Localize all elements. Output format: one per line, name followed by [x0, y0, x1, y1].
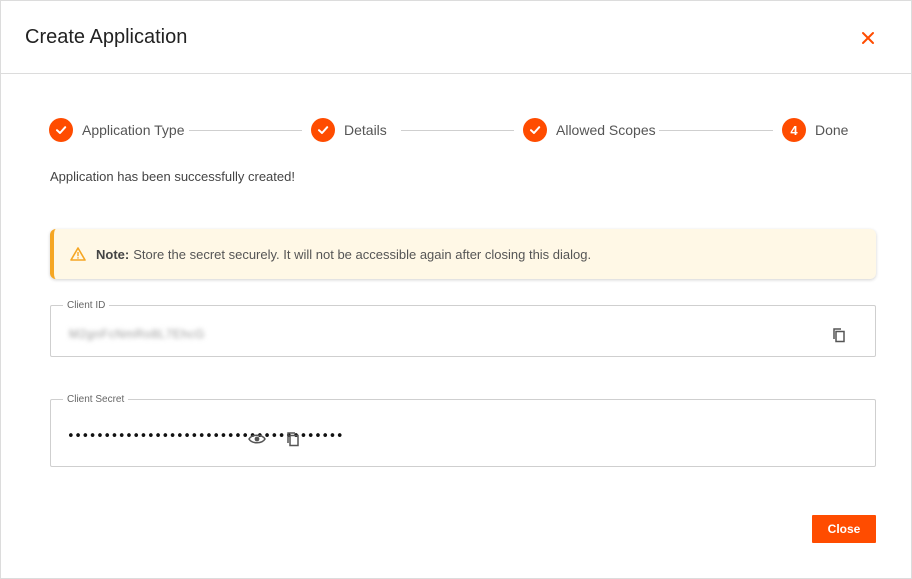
close-button[interactable]: Close	[812, 515, 876, 543]
client-id-label: Client ID	[67, 300, 106, 311]
step-details: Details	[311, 118, 387, 142]
success-message: Application has been successfully create…	[50, 169, 295, 184]
check-icon	[523, 118, 547, 142]
copy-icon[interactable]	[285, 431, 301, 447]
step-done: 4 Done	[782, 118, 848, 142]
note-text: Store the secret securely. It will not b…	[133, 246, 592, 262]
create-application-dialog: Create Application Application Type Deta…	[0, 0, 912, 579]
step-connector	[189, 130, 302, 131]
step-allowed-scopes: Allowed Scopes	[523, 118, 656, 142]
client-secret-field: Client Secret ••••••••••••••••••••••••••…	[50, 394, 876, 467]
client-id-field: Client ID M2gnFcNmRo8L7EhcG	[50, 300, 876, 357]
client-secret-label: Client Secret	[67, 394, 125, 405]
dialog-title: Create Application	[25, 26, 188, 48]
client-id-value: M2gnFcNmRo8L7EhcG	[69, 327, 205, 341]
close-icon[interactable]	[858, 28, 878, 48]
step-label: Application Type	[82, 122, 185, 138]
step-label: Done	[815, 122, 849, 138]
note-banner: Note: Store the secret securely. It will…	[50, 229, 876, 279]
dialog-header: Create Application	[1, 1, 911, 74]
client-secret-value: ••••••••••••••••••••••••••••••••••••••	[67, 429, 344, 444]
copy-icon[interactable]	[831, 327, 847, 343]
warning-icon	[70, 247, 86, 261]
step-number: 4	[782, 118, 806, 142]
step-application-type: Application Type	[49, 118, 184, 142]
note-prefix: Note:	[96, 246, 130, 262]
step-connector	[659, 130, 773, 131]
step-label: Allowed Scopes	[556, 122, 656, 138]
step-connector	[401, 130, 514, 131]
eye-icon[interactable]	[248, 432, 266, 446]
check-icon	[311, 118, 335, 142]
step-label: Details	[344, 122, 387, 138]
check-icon	[49, 118, 73, 142]
